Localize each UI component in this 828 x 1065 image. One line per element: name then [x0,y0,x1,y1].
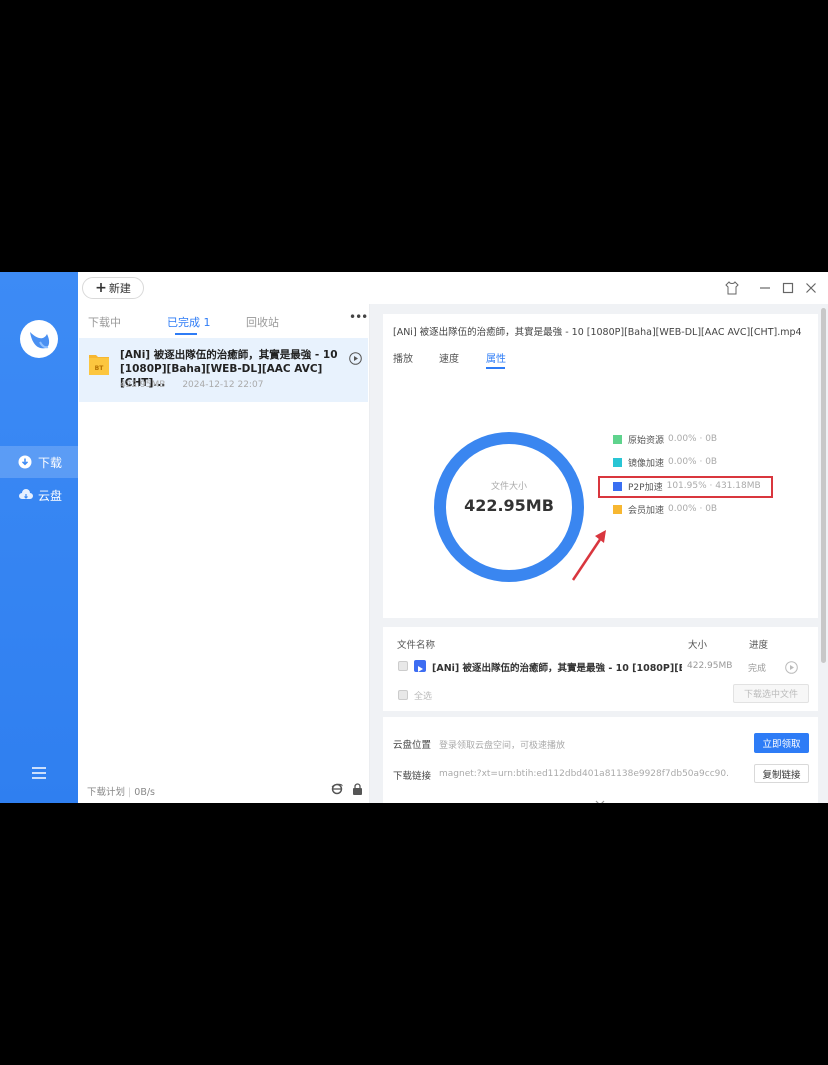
legend-value: 0.00% · 0B [668,434,718,444]
file-checkbox[interactable] [398,661,408,671]
donut-label: 文件大小 [490,482,527,492]
col-header-name: 文件名称 [397,640,436,651]
legend-swatch [613,504,622,514]
tab-properties[interactable]: 属性 [486,350,506,365]
cloud-icon [18,488,33,502]
plus-icon: + [95,280,107,296]
sidebar-item-download[interactable]: 下载 [0,446,78,478]
select-all-label: 全选 [414,692,433,702]
file-name-header: [ANi] 被逐出隊伍的治癒師，其實是最強 - 10 [1080P][Baha]… [393,327,802,338]
bt-folder-icon: BT [88,352,110,376]
play-icon[interactable] [785,659,798,674]
col-header-size: 大小 [688,640,708,651]
p2p-highlight-box [598,476,773,498]
task-tabs: 下载中 已完成 1 回收站 ••• [78,304,370,336]
tab-downloading[interactable]: 下载中 [88,314,121,330]
file-row-size: 422.95MB [687,661,733,671]
tab-play[interactable]: 播放 [393,350,413,365]
download-link-value[interactable]: magnet:?xt=urn:btih:ed112dbd401a81138e99… [439,769,729,779]
claim-now-button[interactable]: 立即领取 [754,733,809,753]
download-icon [18,455,32,469]
app-window: 下载 云盘 + 新建 下载中 已完成 1 回收站 ••• BT [ANi] 被逐… [0,272,828,803]
tab-recycle-bin[interactable]: 回收站 [246,314,279,330]
new-task-button[interactable]: + 新建 [82,277,144,299]
legend-swatch [613,457,622,467]
copy-link-button[interactable]: 复制链接 [754,764,809,783]
minimize-icon[interactable] [758,280,772,294]
legend-value: 0.00% · 0B [668,504,718,514]
svg-text:BT: BT [95,365,105,372]
legend-item-mirror: 镜像加速 0.00% · 0B [613,455,717,469]
download-plan-label: 下载计划 [87,787,126,798]
download-speed: 0B/s [134,787,155,798]
select-all-checkbox[interactable] [398,690,408,700]
cloud-location-hint: 登录领取云盘空间，可极速播放 [439,741,566,751]
play-icon[interactable] [349,350,362,365]
new-task-label: 新建 [108,282,131,295]
legend-name: 会员加速 [628,505,665,516]
legend-swatch [613,434,622,444]
file-list-card: 文件名称 大小 进度 [ANi] 被逐出隊伍的治癒師，其實是最強 - 10 [1… [383,627,818,711]
col-header-progress: 进度 [749,640,769,651]
task-size: 422.95MB [120,380,166,390]
more-options-button[interactable]: ••• [349,310,368,324]
download-plan[interactable]: 下载计划 | 0B/s [87,784,155,798]
download-selected-button[interactable]: 下载选中文件 [733,684,809,703]
download-link-label: 下载链接 [393,771,432,782]
file-row-status: 完成 [748,664,767,674]
file-row-name: [ANi] 被逐出隊伍的治癒師，其實是最強 - 10 [1080P][B... [432,663,682,674]
annotation-arrow [571,530,606,581]
tab-completed[interactable]: 已完成 1 [167,314,211,330]
sidebar: 下载 云盘 [0,272,78,803]
sidebar-item-label: 下载 [38,455,63,470]
task-row[interactable]: BT [ANi] 被逐出隊伍的治癒師，其實是最強 - 10 [1080P][Ba… [79,338,368,402]
download-plan-bar: 下载计划 | 0B/s [78,780,368,802]
task-meta: 422.95MB 2024-12-12 22:07 [120,380,277,390]
task-list-panel: 下载中 已完成 1 回收站 ••• BT [ANi] 被逐出隊伍的治癒師，其實是… [78,304,370,803]
tab-speed[interactable]: 速度 [439,350,459,365]
properties-card: [ANi] 被逐出隊伍的治癒師，其實是最強 - 10 [1080P][Baha]… [383,314,818,618]
close-icon[interactable] [804,280,818,294]
legend-name: 镜像加速 [628,458,665,469]
sidebar-item-label: 云盘 [38,488,63,503]
legend-name: 原始资源 [628,435,665,446]
maximize-icon[interactable] [781,280,795,294]
sidebar-item-cloud[interactable]: 云盘 [0,479,78,511]
cloud-link-card: 云盘位置 登录领取云盘空间，可极速播放 立即领取 下载链接 magnet:?xt… [383,717,818,803]
detail-panel: [ANi] 被逐出隊伍的治癒師，其實是最強 - 10 [1080P][Baha]… [370,304,828,803]
lock-icon[interactable] [352,783,363,795]
legend-item-origin: 原始资源 0.00% · 0B [613,432,717,446]
cloud-location-label: 云盘位置 [393,740,432,751]
chevron-down-icon[interactable] [595,792,605,803]
video-file-icon [414,660,426,672]
menu-icon[interactable] [32,764,46,779]
legend-item-vip: 会员加速 0.00% · 0B [613,502,717,516]
active-tab-indicator [486,367,505,369]
top-bar: + 新建 [78,272,828,304]
browser-icon[interactable] [331,783,343,795]
legend-value: 0.00% · 0B [668,457,718,467]
skin-icon[interactable] [725,280,739,295]
scrollbar[interactable] [821,308,826,663]
active-tab-indicator [175,333,197,335]
donut-value: 422.95MB [464,496,554,515]
app-logo [20,320,58,358]
task-date: 2024-12-12 22:07 [182,380,264,390]
